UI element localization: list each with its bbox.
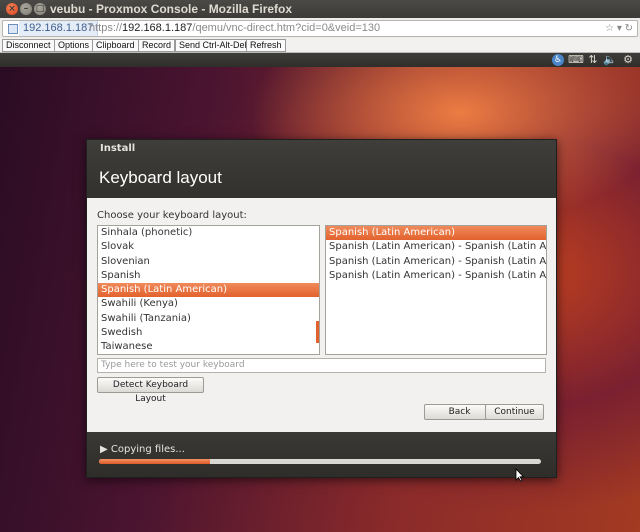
window-title: veubu - Proxmox Console - Mozilla Firefo… <box>50 2 293 16</box>
list-item[interactable]: Sinhala (phonetic) <box>98 226 319 240</box>
keyboard-test-input[interactable]: Type here to test your keyboard <box>97 358 546 373</box>
list-item[interactable]: Slovenian <box>98 255 319 269</box>
installer-header: Install Keyboard layout <box>87 140 556 198</box>
maximize-icon: □ <box>35 4 45 14</box>
list-item[interactable]: Swahili (Tanzania) <box>98 312 319 326</box>
installer-caption: Install <box>100 143 136 154</box>
list-item[interactable]: Swahili (Kenya) <box>98 297 319 311</box>
navigation-bar: 192.168.1.187 https://192.168.1.187/qemu… <box>0 18 640 39</box>
list-item[interactable]: Swedish <box>98 326 319 340</box>
url-bar-icons[interactable]: ☆ ▾ ↻ <box>605 21 633 36</box>
status-text[interactable]: ▶ Copying files... <box>100 444 185 455</box>
list-item[interactable]: Slovak <box>98 240 319 254</box>
url-prefix: https:// <box>89 22 123 34</box>
list-item[interactable]: Spanish (Latin American) - Spanish (Lati… <box>326 269 546 283</box>
list-item[interactable]: Spanish <box>98 269 319 283</box>
ubuntu-top-panel: ♿ ⌨ ⇅ 🔈 ⚙ <box>0 53 640 67</box>
site-identity-host[interactable]: 192.168.1.187 <box>19 21 99 36</box>
detect-keyboard-layout-button[interactable]: Detect Keyboard Layout <box>97 377 204 404</box>
vnc-toolbar: Disconnect Options Clipboard Record Send… <box>0 38 640 53</box>
variant-list[interactable]: Spanish (Latin American) Spanish (Latin … <box>325 225 547 355</box>
list-item[interactable]: Spanish (Latin American) - Spanish (Lati… <box>326 240 546 254</box>
url-text[interactable]: https://192.168.1.187/qemu/vnc-direct.ht… <box>89 21 380 36</box>
list-item[interactable]: Taiwanese <box>98 340 319 354</box>
url-host: 192.168.1.187 <box>122 22 193 34</box>
send-ctrl-alt-del-button[interactable]: Send Ctrl-Alt-Del <box>175 39 251 52</box>
page-title: Keyboard layout <box>99 168 222 187</box>
window-close-button[interactable]: × <box>6 3 18 15</box>
installer-window: Install Keyboard layout Choose your keyb… <box>86 139 557 478</box>
disconnect-button[interactable]: Disconnect <box>2 39 55 52</box>
minimize-icon: – <box>23 4 29 14</box>
window-titlebar: × – □ veubu - Proxmox Console - Mozilla … <box>0 0 640 18</box>
close-icon: × <box>8 4 16 14</box>
refresh-button[interactable]: Refresh <box>246 39 286 52</box>
settings-gear-icon[interactable]: ⚙ <box>621 53 635 67</box>
progress-fill <box>99 459 210 464</box>
expand-arrow-icon: ▶ <box>100 444 108 455</box>
record-button[interactable]: Record <box>138 39 176 52</box>
choose-layout-label: Choose your keyboard layout: <box>97 210 247 221</box>
continue-button[interactable]: Continue <box>485 404 544 420</box>
list-item-selected[interactable]: Spanish (Latin American) <box>326 226 546 241</box>
accessibility-icon[interactable]: ♿ <box>552 54 564 66</box>
installer-footer: ▶ Copying files... <box>87 432 556 477</box>
window-maximize-button[interactable]: □ <box>34 3 46 15</box>
keyboard-icon[interactable]: ⌨ <box>568 53 584 67</box>
site-identity-icon[interactable] <box>8 24 18 34</box>
options-button[interactable]: Options <box>54 39 94 52</box>
list-item-selected[interactable]: Spanish (Latin American) <box>98 283 319 298</box>
list-scrollbar[interactable] <box>316 321 319 343</box>
vnc-desktop[interactable]: ♿ ⌨ ⇅ 🔈 ⚙ Install Keyboard layout Choose… <box>0 53 640 532</box>
url-path: /qemu/vnc-direct.htm?cid=0&veid=130 <box>192 22 381 34</box>
volume-icon[interactable]: 🔈 <box>603 53 617 67</box>
mouse-cursor-icon <box>515 468 525 482</box>
progress-bar <box>99 459 541 464</box>
clipboard-button[interactable]: Clipboard <box>92 39 139 52</box>
network-icon[interactable]: ⇅ <box>586 53 600 67</box>
list-item[interactable]: Spanish (Latin American) - Spanish (Lati… <box>326 255 546 269</box>
url-field[interactable]: 192.168.1.187 https://192.168.1.187/qemu… <box>2 20 638 37</box>
layout-list[interactable]: Sinhala (phonetic) Slovak Slovenian Span… <box>97 225 320 355</box>
status-label: Copying files... <box>110 444 185 455</box>
window-minimize-button[interactable]: – <box>20 3 32 15</box>
